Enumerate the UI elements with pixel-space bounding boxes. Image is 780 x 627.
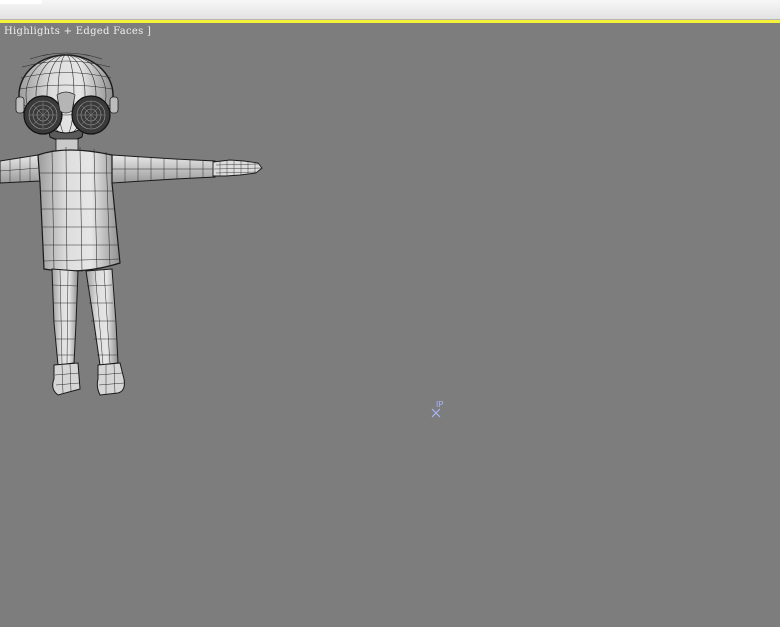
character-torso	[37, 146, 121, 273]
left-leg	[51, 268, 81, 396]
pivot-label: IP	[436, 400, 444, 409]
left-arm	[0, 154, 41, 184]
title-strip	[0, 0, 780, 20]
right-eye	[71, 95, 111, 135]
title-tab-stub	[0, 0, 42, 4]
character-neck	[55, 138, 79, 152]
right-leg	[85, 268, 125, 396]
left-eye	[23, 95, 63, 135]
right-arm	[111, 154, 263, 184]
pivot-gizmo-icon[interactable]: IP	[430, 399, 452, 421]
character-head	[15, 52, 119, 142]
wireframe-character-model-icon[interactable]	[0, 23, 300, 413]
max-viewport-window: Highlights + Edged Faces ] IP	[0, 0, 780, 627]
